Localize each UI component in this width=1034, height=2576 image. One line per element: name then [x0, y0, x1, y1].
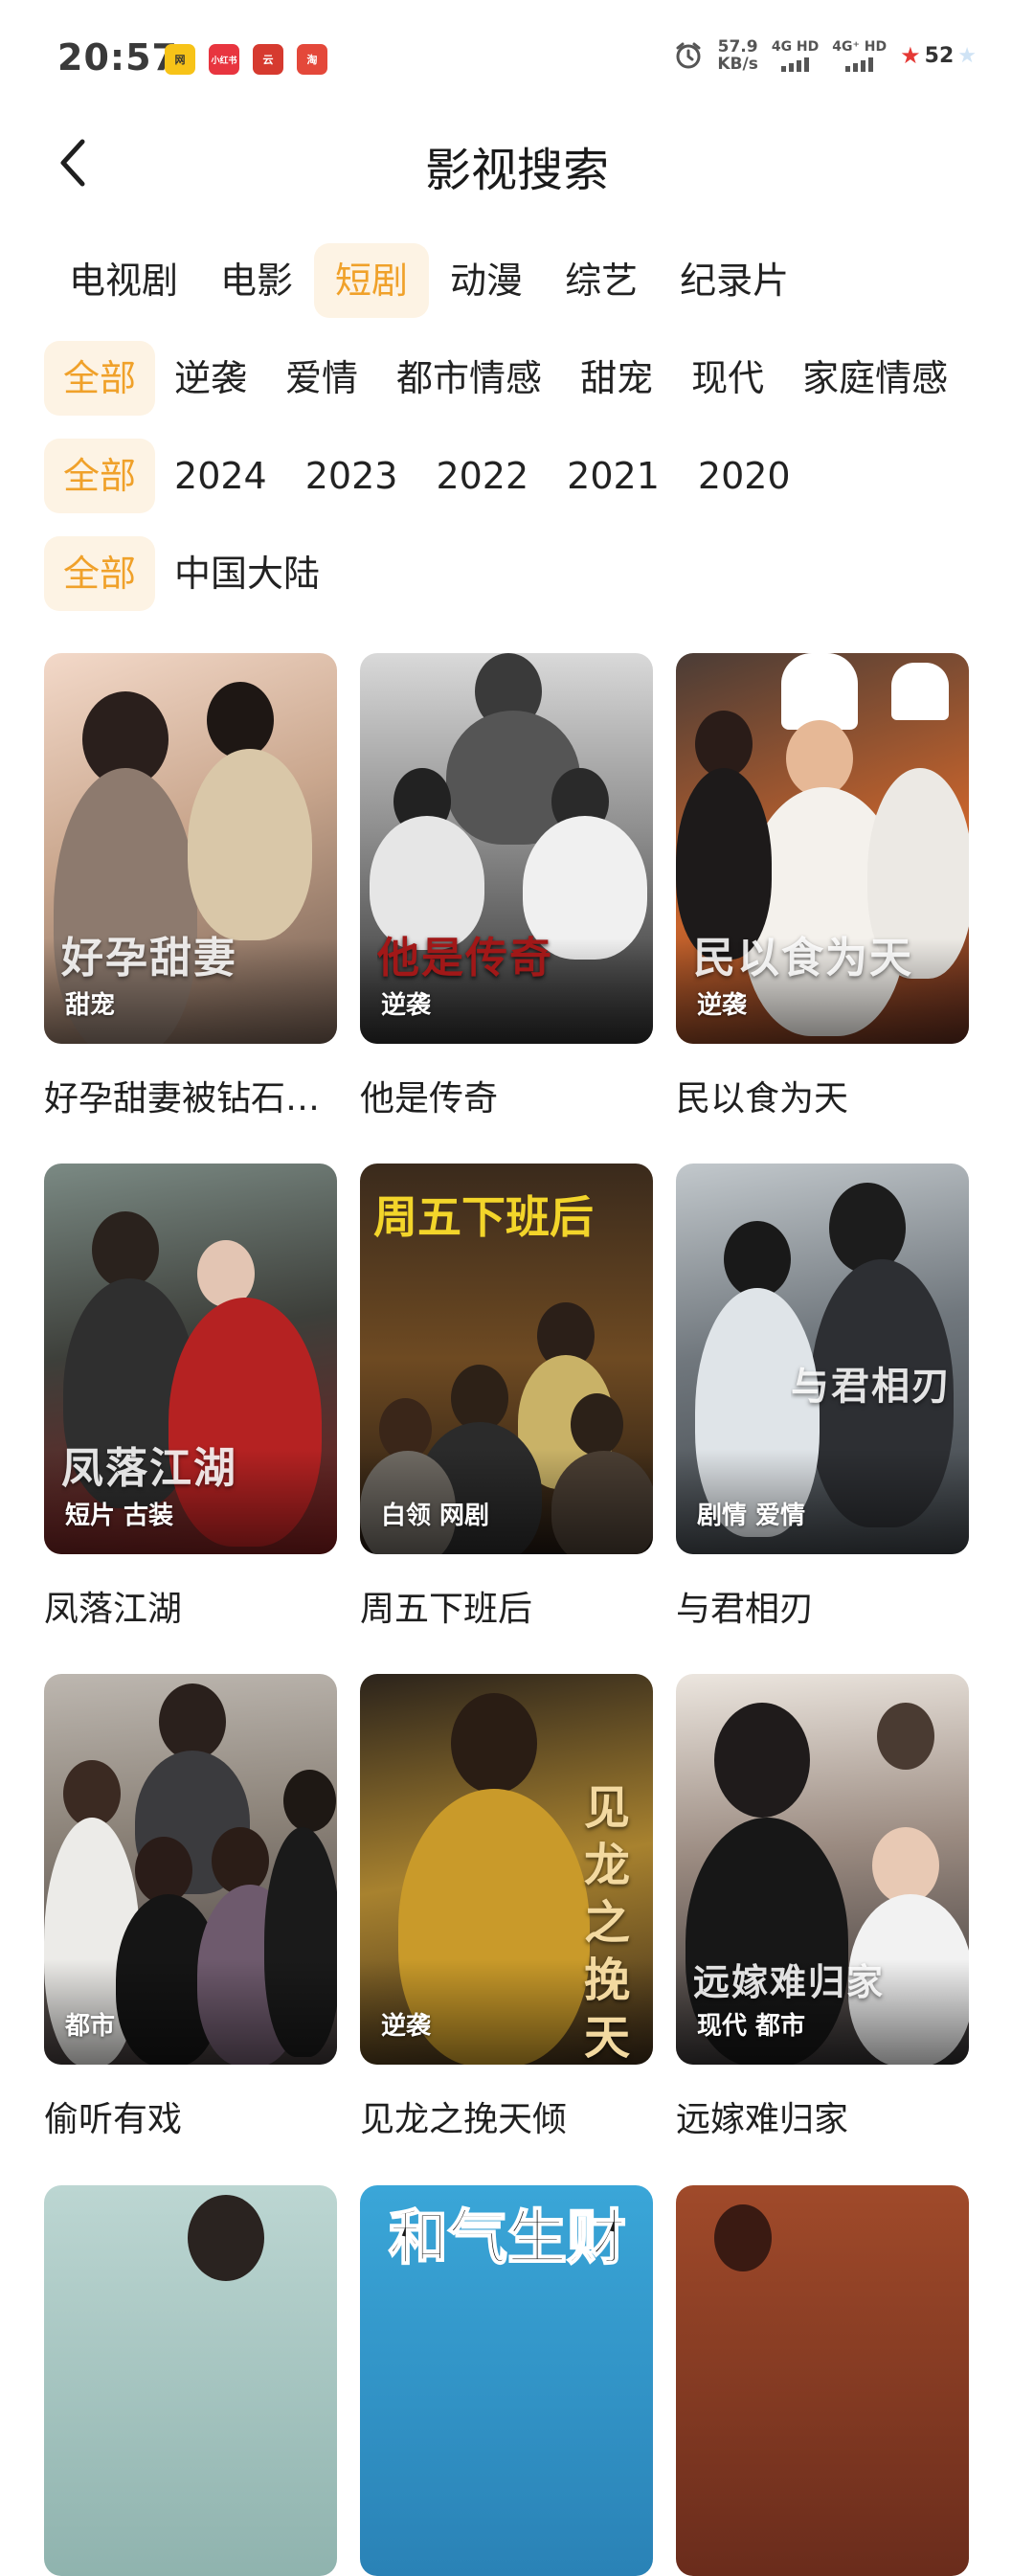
poster-image: 民以食为天 逆袭	[676, 653, 969, 1044]
genre-chip[interactable]: 家庭情感	[783, 341, 967, 416]
type-chip-variety[interactable]: 综艺	[544, 243, 659, 318]
alarm-icon	[676, 42, 701, 69]
genre-chip[interactable]: 都市情感	[377, 341, 561, 416]
type-chip-movie[interactable]: 电影	[199, 243, 314, 318]
poster-title: 远嫁难归家	[693, 1960, 886, 2003]
type-chip-tv[interactable]: 电视剧	[48, 243, 199, 318]
system-icons: 57.9 KB/s 4G HD 4G⁺ HD ★ 52 ★	[673, 38, 977, 73]
drama-card[interactable]: 周五下班后 白领 网剧 周五下班后	[360, 1164, 653, 1631]
poster-image: 与君相刃 剧情 爱情	[676, 1164, 969, 1554]
genre-tag: 都市	[65, 2012, 116, 2041]
poster-title: 见龙之挽天倾	[584, 1781, 631, 2065]
drama-card[interactable]: 和气生财	[360, 2185, 653, 2576]
genre-tag: 逆袭	[697, 991, 748, 1020]
taobao-icon: 淘	[297, 44, 327, 75]
genre-chip[interactable]: 逆袭	[155, 341, 266, 416]
poster-image: 远嫁难归家 现代 都市	[676, 1674, 969, 2065]
card-title: 凤落江湖	[44, 1590, 183, 1629]
drama-card[interactable]: 见龙之挽天倾 逆袭 见龙之挽天倾	[360, 1674, 653, 2141]
year-chip[interactable]: 2022	[416, 439, 548, 513]
genre-tag: 逆袭	[381, 991, 432, 1020]
page-title: 影视搜索	[424, 144, 609, 197]
year-filter-row: 全部 2024 2023 2022 2021 2020	[44, 439, 810, 513]
drama-card[interactable]: 都市 偷听有戏	[44, 1674, 337, 2141]
poster-image: 都市	[44, 1674, 337, 2065]
poster-title: 周五下班后	[373, 1191, 594, 1243]
poster-title: 好孕甜妻	[61, 934, 237, 983]
genre-chip[interactable]: 爱情	[266, 341, 377, 416]
poster-image: 见龙之挽天倾 逆袭	[360, 1674, 653, 2065]
genre-tag: 甜宠	[65, 991, 116, 1020]
type-filter-row: 电视剧 电影 短剧 动漫 综艺 纪录片	[48, 243, 810, 318]
card-title: 民以食为天	[676, 1079, 849, 1119]
genre-tag: 剧情 爱情	[697, 1502, 806, 1530]
sim1-signal-icon: 4G HD	[772, 39, 819, 72]
cloud-app-icon: 云	[253, 44, 283, 75]
card-title: 好孕甜妻被钻石老公宠上天	[44, 1079, 337, 1119]
card-title: 周五下班后	[360, 1590, 533, 1629]
year-chip[interactable]: 2024	[155, 439, 286, 513]
poster-title: 民以食为天	[693, 934, 913, 983]
poster-image	[676, 2185, 969, 2576]
notification-app-icons: 网 小红书 云 淘	[165, 44, 327, 75]
poster-title: 与君相刃	[791, 1364, 952, 1409]
type-chip-documentary[interactable]: 纪录片	[659, 243, 810, 318]
app-notification-icon: 网	[165, 44, 195, 75]
status-bar: 20:57 网 小红书 云 淘 57.9 KB/s 4G HD 4G⁺ HD ★…	[0, 0, 1034, 115]
drama-card[interactable]: 远嫁难归家 现代 都市 远嫁难归家	[676, 1674, 969, 2141]
poster-title: 他是传奇	[377, 934, 553, 983]
year-chip[interactable]: 2021	[548, 439, 679, 513]
drama-card[interactable]	[676, 2185, 969, 2576]
year-chip[interactable]: 2020	[679, 439, 810, 513]
poster-image: 好孕甜妻 甜宠	[44, 653, 337, 1044]
network-speed: 57.9 KB/s	[717, 37, 758, 74]
battery-level: 52	[924, 43, 955, 68]
card-title: 见龙之挽天倾	[360, 2100, 568, 2139]
year-chip[interactable]: 2023	[286, 439, 417, 513]
card-title: 他是传奇	[360, 1079, 499, 1119]
drama-card[interactable]: 民以食为天 逆袭 民以食为天	[676, 653, 969, 1120]
drama-card[interactable]: 与君相刃 剧情 爱情 与君相刃	[676, 1164, 969, 1631]
genre-tag: 现代 都市	[697, 2012, 806, 2041]
status-time: 20:57	[57, 36, 178, 79]
genre-chip[interactable]: 甜宠	[561, 341, 672, 416]
drama-card[interactable]: 好孕甜妻 甜宠 好孕甜妻被钻石老公宠上天	[44, 653, 337, 1120]
region-chip-all[interactable]: 全部	[44, 536, 156, 611]
type-chip-anime[interactable]: 动漫	[429, 243, 544, 318]
drama-card[interactable]	[44, 2185, 337, 2576]
poster-image: 和气生财	[360, 2185, 653, 2576]
xiaohongshu-icon: 小红书	[209, 44, 239, 75]
drama-card[interactable]: 他是传奇 逆袭 他是传奇	[360, 653, 653, 1120]
star-icon: ★	[900, 42, 921, 69]
poster-image	[44, 2185, 337, 2576]
genre-chip[interactable]: 现代	[672, 341, 783, 416]
poster-title: 和气生财	[388, 2202, 627, 2273]
card-title: 偷听有戏	[44, 2100, 183, 2139]
card-title: 与君相刃	[676, 1590, 815, 1629]
type-chip-short[interactable]: 短剧	[314, 243, 430, 318]
poster-image: 周五下班后 白领 网剧	[360, 1164, 653, 1554]
year-chip-all[interactable]: 全部	[44, 439, 156, 513]
genre-chip-all[interactable]: 全部	[44, 341, 156, 416]
genre-tag: 短片 古装	[65, 1502, 174, 1530]
poster-image: 凤落江湖 短片 古装	[44, 1164, 337, 1554]
genre-tag: 白领 网剧	[381, 1502, 490, 1530]
poster-title: 凤落江湖	[61, 1444, 237, 1493]
sim2-signal-icon: 4G⁺ HD	[832, 39, 887, 72]
genre-tag: 逆袭	[381, 2012, 432, 2041]
card-title: 远嫁难归家	[676, 2100, 849, 2139]
genre-filter-row: 全部 逆袭 爱情 都市情感 甜宠 现代 家庭情感	[44, 341, 967, 416]
battery-indicator: ★ 52 ★	[900, 42, 977, 69]
region-filter-row: 全部 中国大陆	[44, 536, 339, 611]
poster-image: 他是传奇 逆袭	[360, 653, 653, 1044]
drama-card[interactable]: 凤落江湖 短片 古装 凤落江湖	[44, 1164, 337, 1631]
region-chip[interactable]: 中国大陆	[155, 536, 339, 611]
star-outline-icon: ★	[957, 43, 977, 68]
